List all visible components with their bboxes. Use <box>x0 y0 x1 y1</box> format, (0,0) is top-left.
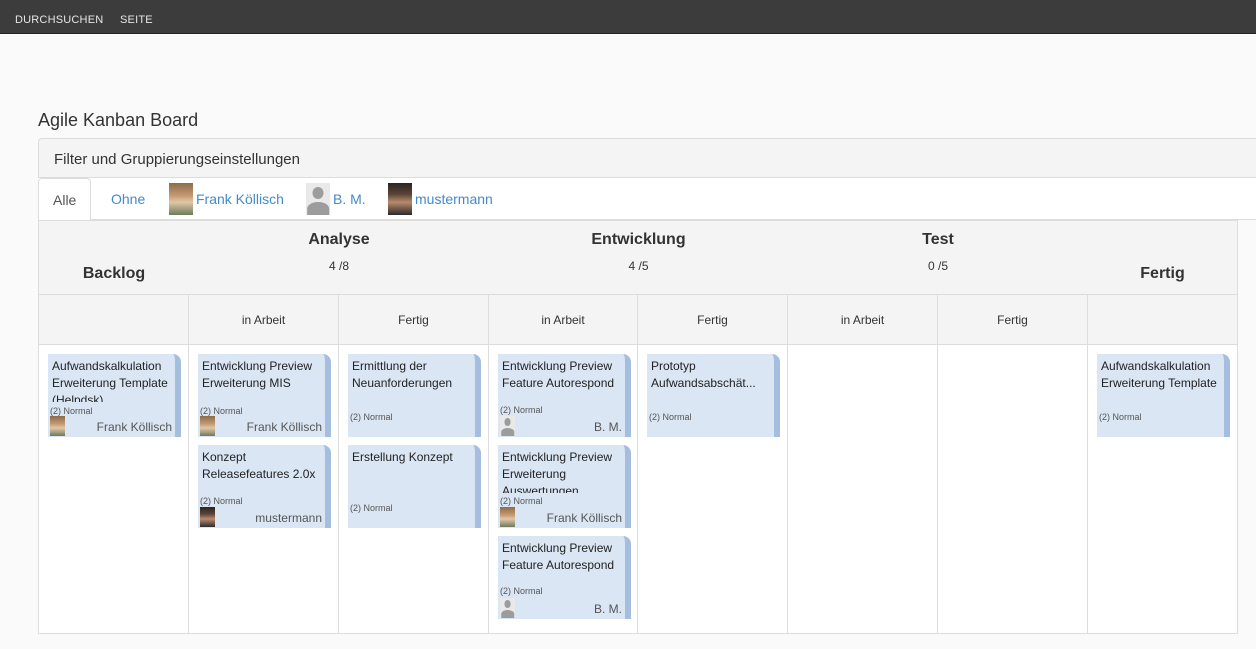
tab-alle[interactable]: Alle <box>38 178 92 221</box>
tab-label: B. M. <box>333 191 366 207</box>
card-priority: (2) Normal <box>500 586 543 596</box>
filter-settings-panel[interactable]: Filter und Gruppierungseinstellungen <box>38 138 1256 178</box>
ribbon-tab-durchsuchen[interactable]: DURCHSUCHEN <box>15 14 103 26</box>
card-assignee: Frank Köllisch <box>246 420 322 434</box>
card-assignee: Frank Köllisch <box>546 511 622 525</box>
card-priority: (2) Normal <box>200 406 243 416</box>
group-backlog: Backlog <box>82 265 146 282</box>
kanban-card[interactable]: Entwicklung Preview Erweiterung Auswertu… <box>498 445 631 528</box>
wip-count: 0 /5 <box>927 259 948 273</box>
group-entwicklung: Entwicklung 4 /5 <box>489 231 788 273</box>
kanban-card[interactable]: Konzept Releasefeatures 2.0x (2) Normal … <box>198 445 331 528</box>
tab-frank-koellisch[interactable]: Frank Köllisch <box>169 178 284 220</box>
card-priority: (2) Normal <box>350 412 393 422</box>
column-test-in-arbeit <box>788 345 938 634</box>
card-title: Konzept Releasefeatures 2.0x <box>202 450 316 481</box>
subcol-test-in-arbeit: in Arbeit <box>788 295 938 345</box>
card-priority: (2) Normal <box>350 503 393 513</box>
card-priority: (2) Normal <box>500 405 543 415</box>
column-entwicklung-fertig: Prototyp Aufwandsabschät... (2) Normal <box>638 345 788 634</box>
tab-ohne[interactable]: Ohne <box>111 178 145 220</box>
kanban-board: Backlog Analyse 4 /8 Entwicklung 4 /5 Te… <box>38 220 1238 634</box>
avatar <box>200 416 215 436</box>
user-silhouette-icon <box>500 416 515 436</box>
column-fertig: Aufwandskalkulation Erweiterung Template… <box>1088 345 1238 634</box>
kanban-card[interactable]: Erstellung Konzept (2) Normal <box>348 445 481 528</box>
group-analyse: Analyse 4 /8 <box>189 231 489 273</box>
column-test-fertig <box>938 345 1088 634</box>
column-analyse-in-arbeit: Entwicklung Preview Erweiterung MIS (2) … <box>189 345 339 634</box>
tab-b-m[interactable]: B. M. <box>306 178 366 220</box>
subcol-backlog <box>39 295 189 345</box>
tab-label: Frank Köllisch <box>196 191 284 207</box>
kanban-card[interactable]: Entwicklung Preview Feature Autorespond … <box>498 536 631 619</box>
board-header: Backlog Analyse 4 /8 Entwicklung 4 /5 Te… <box>39 221 1237 294</box>
subcol-test-fertig: Fertig <box>938 295 1088 345</box>
card-priority: (2) Normal <box>50 406 93 416</box>
user-silhouette-icon <box>500 598 515 618</box>
kanban-card[interactable]: Prototyp Aufwandsabschät... (2) Normal <box>647 354 780 437</box>
card-priority: (2) Normal <box>200 496 243 506</box>
card-title: Erstellung Konzept <box>352 450 453 464</box>
tab-mustermann[interactable]: mustermann <box>388 178 493 220</box>
user-filter-tabs: Alle Ohne Frank Köllisch B. M. musterman… <box>38 178 1256 221</box>
card-assignee: B. M. <box>593 602 622 616</box>
avatar <box>169 183 193 215</box>
page-title: Agile Kanban Board <box>38 110 199 130</box>
card-title: Entwicklung Preview Feature Autorespond <box>502 359 615 390</box>
card-assignee: mustermann <box>255 511 322 525</box>
column-analyse-fertig: Ermittlung der Neuanforderungen (2) Norm… <box>339 345 489 634</box>
wip-count: 4 /8 <box>328 259 349 273</box>
subcol-analyse-in-arbeit: in Arbeit <box>189 295 339 345</box>
kanban-card[interactable]: Ermittlung der Neuanforderungen (2) Norm… <box>348 354 481 437</box>
group-fertig: Fertig <box>1140 265 1185 282</box>
ribbon-bar: DURCHSUCHEN SEITE <box>0 0 1256 34</box>
avatar <box>50 416 65 436</box>
user-silhouette-icon <box>306 183 330 215</box>
column-backlog: Aufwandskalkulation Erweiterung Template… <box>39 345 189 634</box>
subcol-fertig <box>1088 295 1238 345</box>
card-title: Entwicklung Preview Erweiterung MIS <box>202 359 313 390</box>
avatar <box>500 507 515 527</box>
avatar <box>388 183 412 215</box>
card-title: Entwicklung Preview Feature Autorespond <box>502 541 615 572</box>
tab-label: mustermann <box>415 191 493 207</box>
card-priority: (2) Normal <box>649 412 692 422</box>
subcol-entwicklung-in-arbeit: in Arbeit <box>489 295 638 345</box>
subcolumn-header: in Arbeit Fertig in Arbeit Fertig in Arb… <box>39 294 1238 345</box>
kanban-card[interactable]: Entwicklung Preview Erweiterung MIS (2) … <box>198 354 331 437</box>
card-title: Aufwandskalkulation Erweiterung Template <box>1101 359 1217 390</box>
card-priority: (2) Normal <box>500 496 543 506</box>
card-priority: (2) Normal <box>1099 412 1142 422</box>
card-title: Ermittlung der Neuanforderungen <box>352 359 453 390</box>
card-title: Prototyp Aufwandsabschät... <box>651 359 756 390</box>
ribbon-tab-seite[interactable]: SEITE <box>120 14 153 26</box>
card-title: Entwicklung Preview Erweiterung Auswertu… <box>502 450 613 493</box>
card-title: Aufwandskalkulation Erweiterung Template… <box>52 359 168 402</box>
avatar <box>200 507 215 527</box>
kanban-card[interactable]: Entwicklung Preview Feature Autorespond … <box>498 354 631 437</box>
kanban-card[interactable]: Aufwandskalkulation Erweiterung Template… <box>48 354 181 437</box>
card-assignee: B. M. <box>593 420 622 434</box>
card-assignee: Frank Köllisch <box>96 420 172 434</box>
column-entwicklung-in-arbeit: Entwicklung Preview Feature Autorespond … <box>489 345 638 634</box>
subcol-analyse-fertig: Fertig <box>339 295 489 345</box>
subcol-entwicklung-fertig: Fertig <box>638 295 788 345</box>
group-test: Test 0 /5 <box>788 231 1088 273</box>
wip-count: 4 /5 <box>628 259 649 273</box>
kanban-card[interactable]: Aufwandskalkulation Erweiterung Template… <box>1097 354 1230 437</box>
